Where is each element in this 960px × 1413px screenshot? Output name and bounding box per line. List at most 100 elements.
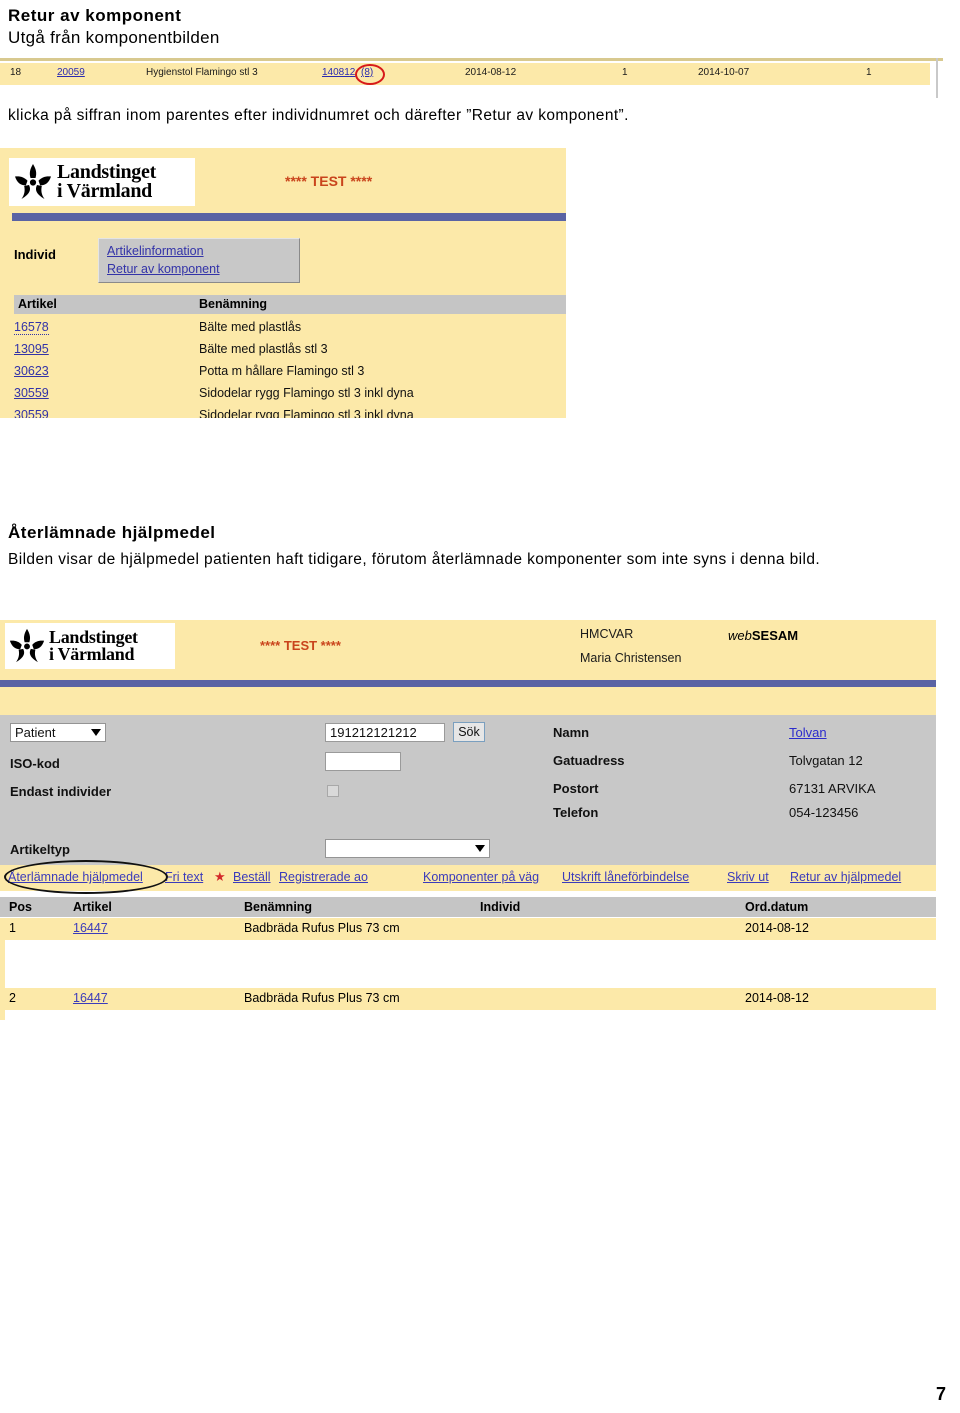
logo-wordmark-line2: i Värmland — [57, 180, 152, 202]
search-button-label: Sök — [458, 725, 480, 739]
table-row[interactable]: 13095 Bälte med plastlås stl 3 — [14, 340, 566, 362]
logo-flower-icon — [9, 628, 45, 663]
logo-wordmark: Landstinget i Värmland — [57, 162, 156, 202]
test-banner: **** TEST **** — [260, 638, 341, 653]
cell-artikel-link[interactable]: 20059 — [57, 67, 85, 78]
unit-code: HMCVAR — [580, 627, 634, 641]
artikeltyp-label: Artikeltyp — [10, 842, 70, 857]
section2-body: Bilden visar de hjälpmedel patienten haf… — [8, 551, 821, 568]
nav-link-retur-av-hjalpmedel[interactable]: Retur av hjälpmedel — [790, 870, 901, 884]
aterlamnade-hjalpmedel-screenshot: Landstinget i Värmland **** TEST **** HM… — [0, 620, 940, 1020]
telefon-value: 054-123456 — [789, 805, 859, 820]
header-divider-bar — [12, 213, 566, 221]
screenshot-right-edge — [936, 58, 938, 98]
logo-wordmark: Landstinget i Värmland — [49, 628, 138, 664]
cell-antal-1: 1 — [622, 67, 628, 78]
table-row[interactable]: 30623 Potta m hållare Flamingo stl 3 — [14, 362, 566, 384]
cell-benamning: Badbräda Rufus Plus 73 cm — [244, 921, 400, 935]
cell-datum-1: 2014-08-12 — [465, 67, 517, 78]
postort-value: 67131 ARVIKA — [789, 781, 876, 796]
gatuadress-value: Tolvgatan 12 — [789, 753, 863, 768]
patient-id-value: 191212121212 — [330, 725, 417, 740]
search-type-select[interactable]: Patient — [10, 723, 106, 742]
cell-ord-datum: 2014-08-12 — [745, 991, 809, 1005]
endast-individer-checkbox[interactable] — [327, 785, 339, 797]
nav-link-komponenter-pa-vag[interactable]: Komponenter på väg — [423, 870, 539, 884]
table-left-edge — [0, 940, 5, 988]
nav-link-utskrift-laneforbindelse[interactable]: Utskrift låneförbindelse — [562, 870, 689, 884]
cell-individ-link[interactable]: 140812 — [322, 67, 355, 78]
table-row[interactable]: 30559 Sidodelar rygg Flamingo stl 3 inkl… — [14, 406, 566, 418]
chevron-down-icon — [475, 845, 485, 852]
cell-antal-2: 1 — [866, 67, 872, 78]
nav-link-registrerade-ao[interactable]: Registrerade ao — [279, 870, 368, 884]
table-bottom-edge — [0, 1010, 5, 1020]
column-header-individ: Individ — [480, 900, 521, 914]
header-spacer — [0, 687, 936, 715]
table-row[interactable]: 1 16447 Badbräda Rufus Plus 73 cm 2014-0… — [0, 918, 936, 940]
app-name-suffix: SESAM — [751, 628, 799, 643]
nav-link-bestall[interactable]: Beställ — [233, 870, 271, 884]
namn-label: Namn — [553, 725, 590, 740]
cell-pos: 2 — [9, 991, 16, 1005]
search-type-value: Patient — [15, 725, 56, 740]
cell-benamning: Bälte med plastlås — [199, 320, 302, 334]
table-row[interactable]: 2 16447 Badbräda Rufus Plus 73 cm 2014-0… — [0, 988, 936, 1010]
cell-benamning: Bälte med plastlås stl 3 — [199, 342, 328, 356]
app-name-prefix: web — [728, 628, 752, 643]
artikel-table-header: Artikel Benämning — [14, 295, 566, 314]
cell-pos: 1 — [9, 921, 16, 935]
namn-value-link[interactable]: Tolvan — [789, 725, 827, 740]
endast-individer-label: Endast individer — [10, 784, 112, 799]
instruction-text: klicka på siffran inom parentes efter in… — [8, 107, 629, 124]
cell-artikel-link[interactable]: 13095 — [14, 342, 49, 356]
section2-title: Återlämnade hjälpmedel — [8, 523, 216, 542]
column-header-benamning: Benämning — [199, 297, 268, 311]
cell-benamning: Potta m hållare Flamingo stl 3 — [199, 364, 365, 378]
menu-item-artikelinformation[interactable]: Artikelinformation — [107, 242, 299, 260]
column-header-pos: Pos — [9, 900, 32, 914]
patient-id-input[interactable]: 191212121212 — [325, 723, 445, 742]
nav-link-fri-text[interactable]: Fri text — [165, 870, 203, 884]
komponent-context-menu: Artikelinformation Retur av komponent — [98, 238, 300, 283]
artikeltyp-select[interactable] — [325, 839, 490, 858]
page-title: Retur av komponent — [8, 6, 182, 25]
nav-link-skriv-ut[interactable]: Skriv ut — [727, 870, 769, 884]
red-annotation-ellipse — [355, 64, 385, 85]
iso-kod-input[interactable] — [325, 752, 401, 771]
cell-artikel-link[interactable]: 30559 — [14, 408, 49, 418]
black-annotation-ellipse — [4, 860, 168, 894]
cell-pos: 18 — [10, 67, 22, 78]
table-row[interactable]: 16578 Bälte med plastlås — [14, 318, 566, 340]
cell-artikel-link[interactable]: 30559 — [14, 386, 49, 400]
app-name: webSESAM — [728, 628, 798, 643]
results-table-header: Pos Artikel Benämning Individ Ord.datum — [0, 897, 936, 917]
telefon-label: Telefon — [553, 805, 599, 820]
individ-screenshot: Landstinget i Värmland **** TEST **** In… — [0, 148, 566, 418]
required-star-icon: ★ — [214, 869, 226, 884]
cell-benamning: Sidodelar rygg Flamingo stl 3 inkl dyna — [199, 386, 414, 400]
cell-artikel-link[interactable]: 16578 — [14, 320, 49, 335]
komponent-row-screenshot: 18 20059 Hygienstol Flamingo stl 3 14081… — [0, 58, 943, 98]
page-subtitle: Utgå från komponentbilden — [8, 28, 220, 47]
user-name: Maria Christensen — [580, 651, 682, 665]
search-button[interactable]: Sök — [453, 722, 485, 742]
cell-artikel-link[interactable]: 16447 — [73, 921, 108, 935]
individ-label: Individ — [14, 247, 56, 262]
iso-kod-label: ISO-kod — [10, 756, 60, 771]
column-header-ord-datum: Ord.datum — [745, 900, 809, 914]
cell-datum-2: 2014-10-07 — [698, 67, 750, 78]
cell-ord-datum: 2014-08-12 — [745, 921, 809, 935]
header-divider-bar — [0, 680, 936, 687]
logo-wordmark-line2: i Värmland — [49, 644, 135, 664]
gatuadress-label: Gatuadress — [553, 753, 625, 768]
cell-artikel-link[interactable]: 30623 — [14, 364, 49, 378]
menu-item-retur-av-komponent[interactable]: Retur av komponent — [107, 260, 299, 278]
logo-flower-icon — [15, 164, 51, 199]
cell-artikel-link[interactable]: 16447 — [73, 991, 108, 1005]
cell-benamning: Sidodelar rygg Flamingo stl 3 inkl dyna — [199, 408, 414, 418]
table-row[interactable]: 30559 Sidodelar rygg Flamingo stl 3 inkl… — [14, 384, 566, 406]
cell-benamning: Badbräda Rufus Plus 73 cm — [244, 991, 400, 1005]
landstinget-logo: Landstinget i Värmland — [9, 158, 195, 206]
table-row: 18 20059 Hygienstol Flamingo stl 3 14081… — [0, 63, 930, 85]
